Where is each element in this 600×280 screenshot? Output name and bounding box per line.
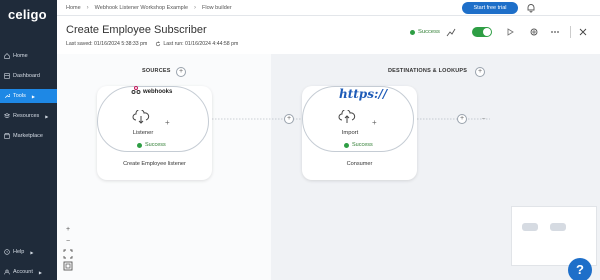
import-step-name: Import: [341, 130, 359, 136]
help-icon: ?: [4, 249, 10, 255]
sidebar-item-label: Resources: [13, 113, 40, 119]
zoom-in-button[interactable]: +: [63, 225, 73, 235]
minimap-toggle-icon[interactable]: [63, 261, 73, 271]
sidebar-item-marketplace[interactable]: Marketplace: [0, 129, 57, 143]
success-dot-icon: [410, 29, 415, 35]
more-icon[interactable]: [550, 27, 560, 37]
caret-right-icon: ▶: [38, 269, 42, 275]
play-icon[interactable]: [505, 27, 515, 37]
breadcrumb-current: Flow builder: [202, 4, 232, 11]
caret-right-icon: ▶: [30, 249, 34, 255]
add-step-button[interactable]: +: [165, 118, 170, 127]
success-dot-icon: [137, 142, 142, 148]
page-title: Create Employee Subscriber: [66, 24, 207, 36]
caret-right-icon: ▶: [45, 113, 49, 119]
import-status-text: Success: [352, 142, 373, 148]
minimap-node: [522, 223, 538, 231]
breadcrumb: Home › Webhook Listener Workshop Example…: [57, 0, 600, 16]
sidebar-item-help[interactable]: ? Help ▶: [0, 245, 57, 259]
resources-icon: [4, 113, 10, 119]
add-next-step-button[interactable]: +: [457, 114, 467, 124]
account-icon: [4, 269, 10, 275]
sidebar-item-dashboard[interactable]: Dashboard: [0, 69, 57, 83]
help-fab-button[interactable]: ?: [568, 258, 592, 280]
chart-icon[interactable]: [446, 27, 456, 37]
last-run-group: Last run: 01/16/2024 4:44:58 pm: [155, 41, 238, 47]
fit-view-icon[interactable]: [63, 249, 73, 259]
cloud-upload-icon: [338, 110, 356, 123]
add-step-button[interactable]: +: [372, 118, 377, 127]
zoom-out-button[interactable]: −: [63, 237, 73, 247]
celigo-logo[interactable]: celigo: [8, 7, 47, 22]
sidebar-item-label: Tools: [13, 93, 26, 99]
close-icon[interactable]: [578, 27, 588, 37]
sidebar-item-resources[interactable]: Resources ▶: [0, 109, 57, 123]
sidebar-item-label: Account: [13, 269, 33, 275]
refresh-icon[interactable]: [155, 41, 161, 47]
https-app-logo: https://: [339, 87, 388, 101]
minimap-node: [550, 223, 566, 231]
sidebar-item-label: Home: [13, 53, 28, 59]
toggle-knob: [483, 28, 491, 36]
wrench-icon: [4, 93, 10, 99]
add-destination-button[interactable]: +: [475, 67, 485, 77]
svg-text:?: ?: [6, 251, 8, 255]
cloud-listener-icon: [132, 110, 150, 124]
minimap[interactable]: [511, 206, 597, 266]
sidebar-item-home[interactable]: Home: [0, 49, 57, 63]
breadcrumb-integration[interactable]: Webhook Listener Workshop Example: [95, 5, 188, 11]
listener-step-name: Listener: [132, 130, 154, 136]
gear-icon[interactable]: [529, 27, 539, 37]
bell-icon[interactable]: [526, 3, 536, 13]
flow-status-text: Success: [418, 29, 440, 35]
flow-enable-toggle[interactable]: [472, 27, 492, 37]
source-card-title: Create Employee listener: [123, 161, 186, 167]
success-dot-icon: [344, 142, 349, 148]
sidebar: celigo Home Dashboard Tools ▶ Resources …: [0, 0, 57, 280]
sidebar-item-label: Dashboard: [13, 73, 40, 79]
flow-status: Success: [410, 26, 440, 38]
sidebar-item-label: Marketplace: [13, 133, 43, 139]
chevron-right-icon: ›: [86, 4, 89, 11]
sidebar-item-tools[interactable]: Tools ▶: [0, 89, 57, 103]
sources-label: SOURCES: [142, 68, 171, 74]
listener-status-text: Success: [145, 142, 166, 148]
sidebar-item-account[interactable]: Account ▶: [0, 265, 57, 279]
webhooks-app-label: webhooks: [143, 89, 173, 95]
flow-meta: Last saved: 01/16/2024 5:38:33 pm Last r…: [66, 41, 238, 47]
home-icon: [4, 53, 10, 59]
dashboard-icon: [4, 73, 10, 79]
breadcrumb-home[interactable]: Home: [66, 5, 81, 11]
import-status: Success: [344, 142, 373, 148]
last-saved-text: Last saved: 01/16/2024 5:38:33 pm: [66, 41, 148, 47]
add-source-button[interactable]: +: [176, 67, 186, 77]
marketplace-icon: [4, 133, 10, 139]
last-run-text: Last run: 01/16/2024 4:44:58 pm: [163, 41, 239, 47]
webhooks-logo-icon: [131, 86, 141, 94]
start-free-trial-button[interactable]: Start free trial: [462, 2, 518, 14]
add-destination-inline-button[interactable]: +: [284, 114, 294, 124]
connector-end: –: [482, 116, 486, 122]
sidebar-item-label: Help: [13, 249, 25, 255]
caret-right-icon: ▶: [31, 93, 35, 99]
listener-status: Success: [137, 142, 166, 148]
header-divider: [570, 26, 571, 38]
chevron-right-icon: ›: [194, 4, 197, 11]
destination-card-title: Consumer: [346, 161, 373, 167]
destinations-label: DESTINATIONS & LOOKUPS: [388, 68, 468, 74]
